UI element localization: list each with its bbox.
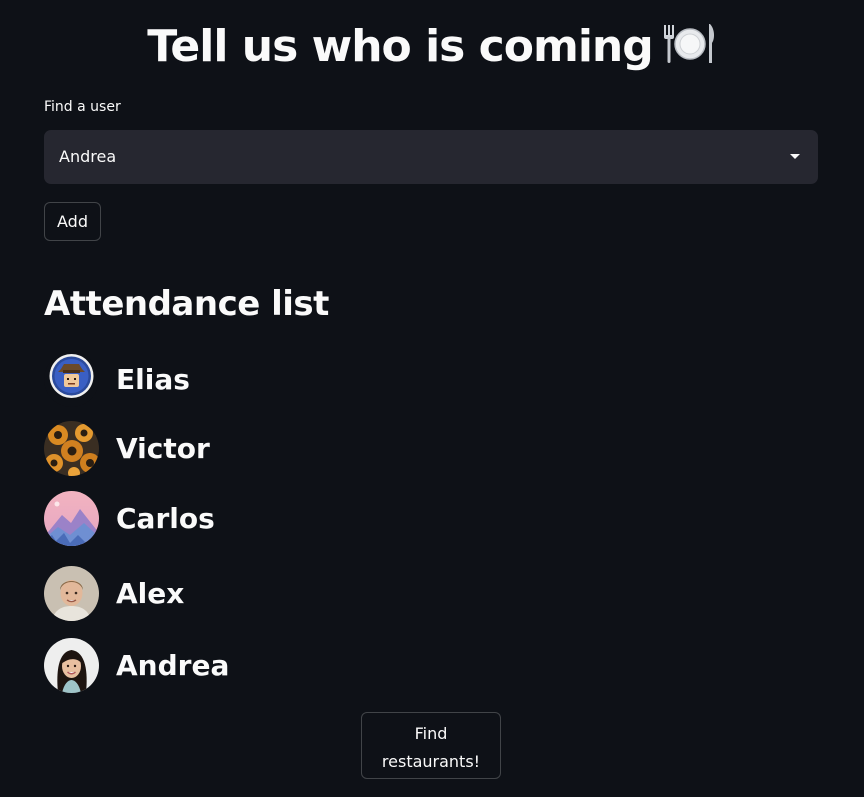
find-user-select[interactable]: Andrea bbox=[44, 130, 818, 184]
attendee-name: Elias bbox=[116, 363, 190, 396]
find-restaurants-button[interactable]: Find restaurants! bbox=[361, 712, 501, 779]
mountain-landscape-avatar bbox=[44, 491, 99, 546]
attendance-list-title: Attendance list bbox=[44, 284, 329, 324]
attendee-name: Andrea bbox=[116, 649, 230, 682]
sunflower-pattern-avatar bbox=[44, 421, 99, 476]
attendee-item: Alex bbox=[44, 566, 444, 622]
find-restaurants-line1: Find bbox=[414, 724, 448, 743]
attendee-name: Victor bbox=[116, 432, 210, 465]
attendee-item: Victor bbox=[44, 421, 444, 477]
chevron-down-icon bbox=[790, 154, 800, 159]
fork-knife-plate-icon bbox=[661, 19, 717, 67]
attendee-name: Carlos bbox=[116, 502, 215, 535]
page-title-text: Tell us who is coming bbox=[147, 21, 653, 72]
app-page: Tell us who is coming Find a user Andrea… bbox=[0, 0, 864, 797]
find-restaurants-line2: restaurants! bbox=[381, 752, 481, 771]
find-user-selected-value: Andrea bbox=[59, 147, 117, 166]
attendee-item: Carlos bbox=[44, 491, 444, 547]
woman-portrait-avatar bbox=[44, 638, 99, 693]
attendee-item: Elias bbox=[44, 352, 444, 408]
attendee-name: Alex bbox=[116, 577, 185, 610]
attendee-item: Andrea bbox=[44, 638, 444, 694]
cartoon-explorer-avatar bbox=[44, 352, 99, 407]
find-user-label: Find a user bbox=[44, 99, 121, 115]
page-title: Tell us who is coming bbox=[0, 18, 864, 76]
man-portrait-avatar bbox=[44, 566, 99, 621]
add-button[interactable]: Add bbox=[44, 202, 101, 241]
